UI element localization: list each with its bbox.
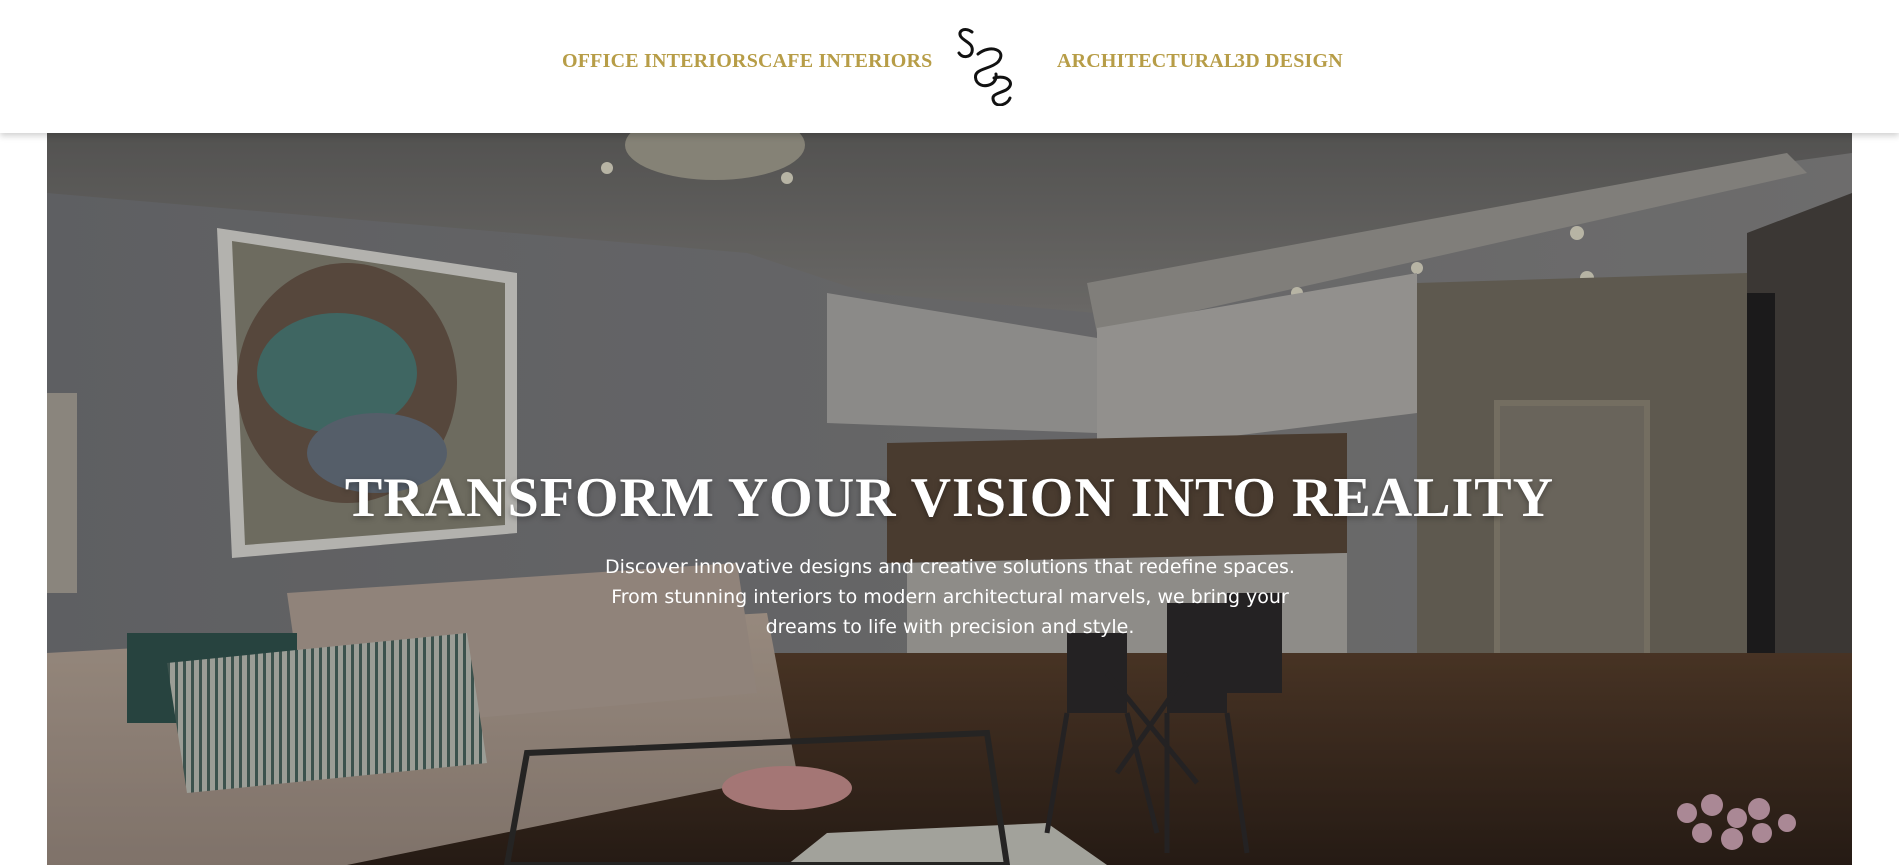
hero-subtitle: Discover innovative designs and creative… <box>605 556 1295 638</box>
nav-cafe-interiors[interactable]: CAFE INTERIORS <box>758 50 933 73</box>
logo-monogram-icon <box>957 28 1012 107</box>
site-logo[interactable] <box>950 24 1020 107</box>
site-header: OFFICE INTERIORS CAFE INTERIORS ARCHITEC… <box>0 0 1899 133</box>
hero-section: TRANSFORM YOUR VISION INTO REALITY Disco… <box>47 133 1852 865</box>
nav-3d-design[interactable]: 3D DESIGN <box>1235 50 1343 73</box>
nav-architectural[interactable]: ARCHITECTURAL <box>1057 50 1237 73</box>
nav-office-interiors[interactable]: OFFICE INTERIORS <box>562 50 758 73</box>
hero-title: TRANSFORM YOUR VISION INTO REALITY <box>344 467 1555 529</box>
